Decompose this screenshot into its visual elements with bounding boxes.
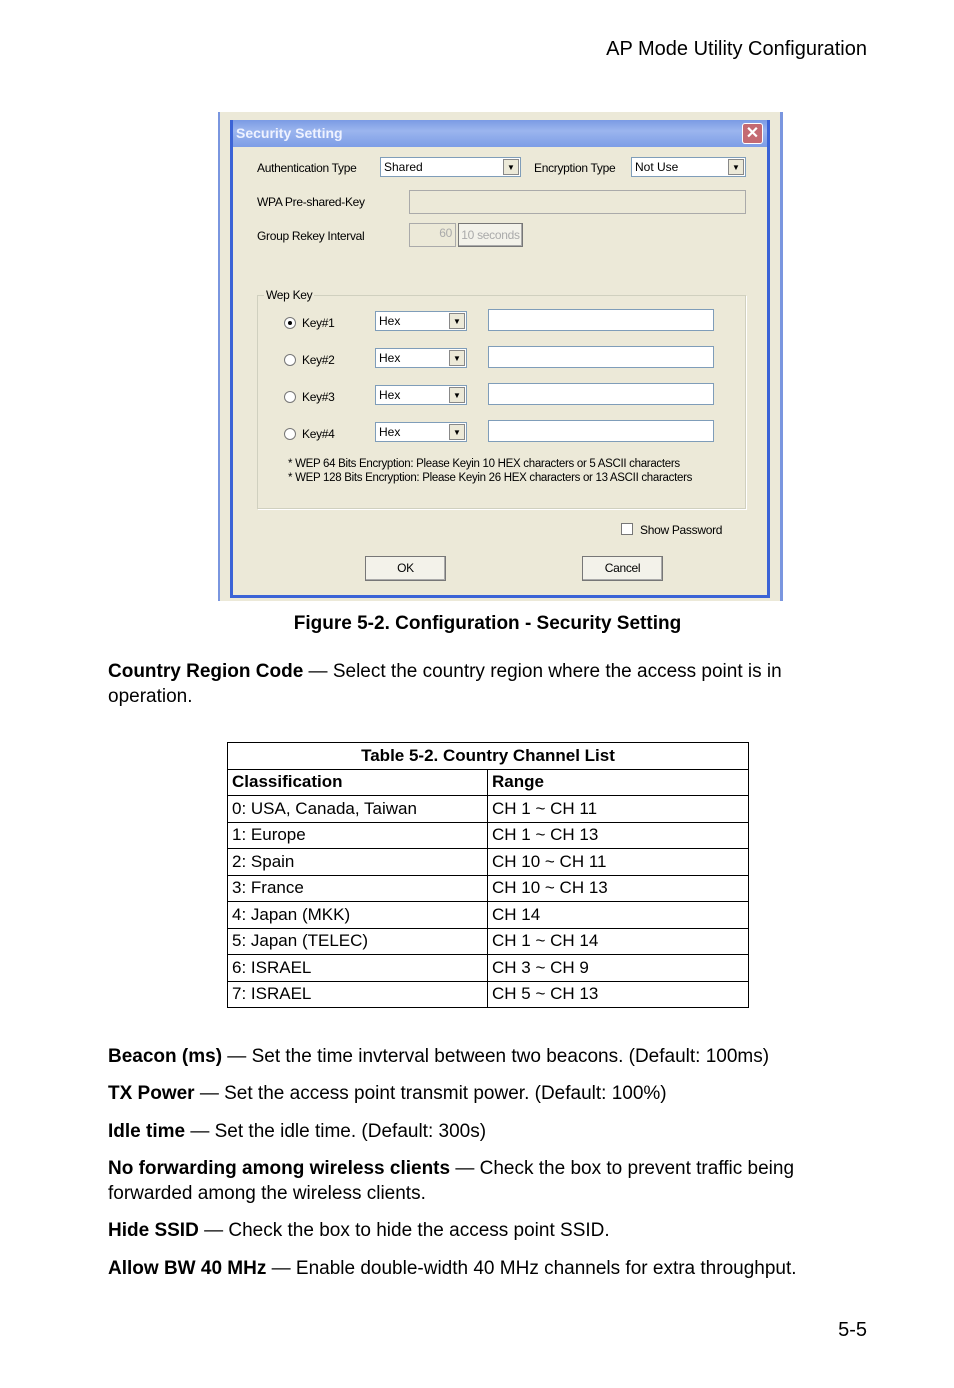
enc-type-select[interactable]: Not Use ▼ [631, 157, 746, 177]
key-radio[interactable] [284, 428, 296, 440]
definition-paragraph: Allow BW 40 MHz — Enable double-width 40… [108, 1256, 868, 1281]
definition-paragraph: Beacon (ms) — Set the time invterval bet… [108, 1044, 868, 1069]
key-value-input[interactable] [488, 346, 714, 368]
title-bar: Security Setting ✕ [233, 120, 767, 147]
running-header: AP Mode Utility Configuration [606, 38, 867, 60]
show-password-checkbox[interactable] [621, 523, 633, 535]
key-format-value: Hex [379, 314, 401, 328]
key-label: Key#1 [302, 316, 335, 330]
key-radio[interactable] [284, 317, 296, 329]
classification-cell: 2: Spain [227, 848, 488, 876]
auth-type-label: Authentication Type [257, 161, 357, 175]
rekey-input[interactable]: 60 [409, 223, 456, 247]
key-label: Key#3 [302, 390, 335, 404]
close-icon[interactable]: ✕ [742, 123, 763, 144]
wpa-key-label: WPA Pre-shared-Key [257, 195, 365, 209]
key-format-value: Hex [379, 388, 401, 402]
definition-paragraph: Hide SSID — Check the box to hide the ac… [108, 1218, 868, 1243]
range-cell: CH 10 ~ CH 11 [487, 848, 749, 876]
key-format-select[interactable]: Hex ▼ [375, 422, 467, 442]
chevron-down-icon: ▼ [449, 424, 465, 440]
wep128-note: * WEP 128 Bits Encryption: Please Keyin … [288, 472, 693, 484]
term: Idle time [108, 1121, 186, 1142]
dialog-title: Security Setting [236, 125, 343, 141]
country-channel-table: Table 5-2. Country Channel List Classifi… [227, 742, 749, 1008]
table-row: 6: ISRAEL CH 3 ~ CH 9 [227, 954, 749, 982]
enc-type-value: Not Use [635, 160, 679, 174]
cancel-button[interactable]: Cancel [582, 556, 663, 581]
key-value-input[interactable] [488, 309, 714, 331]
security-setting-screenshot: Security Setting ✕ Authentication Type S… [218, 112, 783, 601]
table-row: 5: Japan (TELEC) CH 1 ~ CH 14 [227, 927, 749, 955]
key-format-value: Hex [379, 351, 401, 365]
description: — Set the idle time. (Default: 300s) [185, 1121, 487, 1142]
term: Allow BW 40 MHz [108, 1258, 267, 1279]
key-format-select[interactable]: Hex ▼ [375, 348, 467, 368]
range-cell: CH 10 ~ CH 13 [487, 874, 749, 902]
classification-cell: 6: ISRAEL [227, 954, 488, 982]
security-setting-dialog: Security Setting ✕ Authentication Type S… [230, 120, 770, 598]
key-label: Key#2 [302, 353, 335, 367]
table-row: 3: France CH 10 ~ CH 13 [227, 874, 749, 902]
show-password-label: Show Password [640, 523, 723, 537]
term: Beacon (ms) [108, 1046, 223, 1067]
definition-paragraph: TX Power — Set the access point transmit… [108, 1081, 868, 1106]
classification-cell: 3: France [227, 874, 488, 902]
description: — Enable double-width 40 MHz channels fo… [266, 1258, 797, 1279]
definition-paragraph: No forwarding among wireless clients — C… [108, 1156, 868, 1206]
range-cell: CH 1 ~ CH 13 [487, 821, 749, 849]
wep64-note: * WEP 64 Bits Encryption: Please Keyin 1… [288, 458, 680, 470]
term: Country Region Code [108, 661, 304, 682]
auth-type-value: Shared [384, 160, 423, 174]
table-row: 1: Europe CH 1 ~ CH 13 [227, 821, 749, 849]
column-header: Classification [227, 768, 488, 796]
key-radio[interactable] [284, 354, 296, 366]
range-cell: CH 5 ~ CH 13 [487, 980, 749, 1008]
table-row: 0: USA, Canada, Taiwan CH 1 ~ CH 11 [227, 795, 749, 823]
table-row: 7: ISRAEL CH 5 ~ CH 13 [227, 980, 749, 1008]
chevron-down-icon: ▼ [728, 159, 744, 175]
description: — Set the time invterval between two bea… [222, 1046, 770, 1067]
key-format-value: Hex [379, 425, 401, 439]
description: — Check the box to hide the access point… [198, 1220, 610, 1241]
classification-cell: 1: Europe [227, 821, 488, 849]
ok-button[interactable]: OK [365, 556, 446, 581]
page-number: 5-5 [838, 1319, 867, 1341]
chevron-down-icon: ▼ [449, 387, 465, 403]
term: No forwarding among wireless clients [108, 1158, 451, 1179]
key-format-select[interactable]: Hex ▼ [375, 385, 467, 405]
rekey-label: Group Rekey Interval [257, 229, 365, 243]
chevron-down-icon: ▼ [503, 159, 519, 175]
range-cell: CH 1 ~ CH 11 [487, 795, 749, 823]
key-value-input[interactable] [488, 383, 714, 405]
key-label: Key#4 [302, 427, 335, 441]
column-header: Range [487, 768, 749, 796]
term: TX Power [108, 1083, 195, 1104]
classification-cell: 4: Japan (MKK) [227, 901, 488, 929]
table-title: Table 5-2. Country Channel List [227, 742, 749, 770]
figure-caption: Figure 5-2. Configuration - Security Set… [293, 613, 682, 634]
definition-paragraph: Idle time — Set the idle time. (Default:… [108, 1119, 868, 1144]
table-row: 2: Spain CH 10 ~ CH 11 [227, 848, 749, 876]
country-region-paragraph: Country Region Code — Select the country… [108, 659, 868, 709]
range-cell: CH 3 ~ CH 9 [487, 954, 749, 982]
classification-cell: 5: Japan (TELEC) [227, 927, 488, 955]
description: — Set the access point transmit power. (… [194, 1083, 667, 1104]
range-cell: CH 14 [487, 901, 749, 929]
table-row: 4: Japan (MKK) CH 14 [227, 901, 749, 929]
auth-type-select[interactable]: Shared ▼ [380, 157, 521, 177]
rekey-unit-button[interactable]: 10 seconds [458, 223, 523, 247]
wep-key-group-label: Wep Key [264, 288, 315, 302]
chevron-down-icon: ▼ [449, 350, 465, 366]
range-cell: CH 1 ~ CH 14 [487, 927, 749, 955]
chevron-down-icon: ▼ [449, 313, 465, 329]
classification-cell: 0: USA, Canada, Taiwan [227, 795, 488, 823]
key-radio[interactable] [284, 391, 296, 403]
key-value-input[interactable] [488, 420, 714, 442]
enc-type-label: Encryption Type [534, 161, 616, 175]
wpa-key-input[interactable] [409, 190, 746, 214]
key-format-select[interactable]: Hex ▼ [375, 311, 467, 331]
term: Hide SSID [108, 1220, 199, 1241]
classification-cell: 7: ISRAEL [227, 980, 488, 1008]
